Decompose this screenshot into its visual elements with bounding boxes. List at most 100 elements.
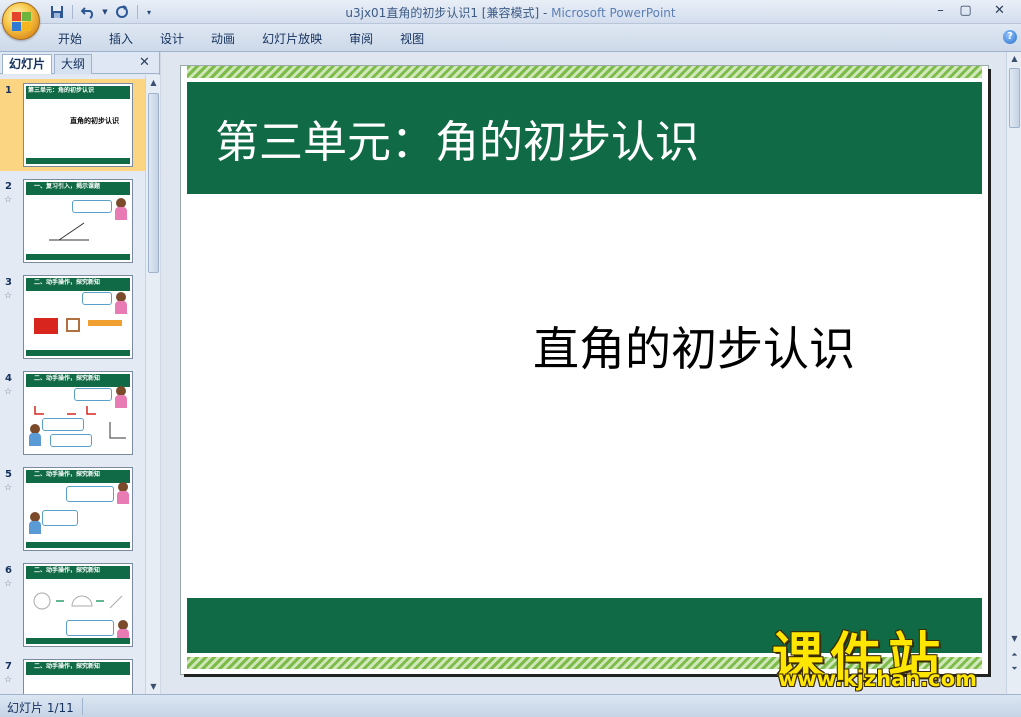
tab-design[interactable]: 设计 bbox=[150, 30, 194, 48]
thumbnail-number: 2 bbox=[5, 181, 12, 192]
thumbnail-row[interactable]: 1 第三单元：角的初步认识 直角的初步认识 bbox=[0, 79, 145, 171]
slide-title[interactable]: 第三单元：角的初步认识 bbox=[215, 106, 699, 170]
ribbon: 开始 插入 设计 动画 幻灯片放映 审阅 视图 ? bbox=[0, 24, 1021, 52]
thumbnail-footer-band bbox=[26, 158, 130, 164]
animation-star-icon: ☆ bbox=[4, 483, 13, 493]
thumbnail-row[interactable]: 7 ☆ 二、动手操作，探究新知 bbox=[0, 655, 145, 694]
thumbnail-row[interactable]: 3 ☆ 二、动手操作，探究新知 bbox=[0, 271, 145, 363]
thumbnail-header: 二、动手操作，探究新知 bbox=[34, 567, 101, 574]
speech-bubble bbox=[82, 292, 112, 305]
thumbnail-number: 5 bbox=[5, 469, 12, 480]
angle-figure bbox=[109, 422, 126, 439]
right-angles-figure bbox=[34, 406, 96, 415]
animation-star-icon: ☆ bbox=[4, 387, 13, 397]
maximize-button[interactable]: ▢ bbox=[953, 0, 978, 20]
slide-thumbnail[interactable]: 第三单元：角的初步认识 直角的初步认识 bbox=[23, 83, 133, 167]
slide-thumbnail[interactable]: 一、复习引入，揭示课题 bbox=[23, 179, 133, 263]
watermark-url: www.kjzhan.com bbox=[778, 667, 978, 691]
tab-view[interactable]: 视图 bbox=[390, 30, 434, 48]
tab-animations[interactable]: 动画 bbox=[201, 30, 245, 48]
status-bar: 幻灯片 1/11 bbox=[0, 694, 1021, 717]
thumbnail-row[interactable]: 2 ☆ 一、复习引入，揭示课题 bbox=[0, 175, 145, 267]
thumbnail-header: 第三单元：角的初步认识 bbox=[28, 87, 95, 94]
speech-bubble bbox=[50, 434, 92, 447]
status-divider bbox=[82, 698, 83, 715]
speech-bubble bbox=[42, 418, 84, 431]
tab-outline[interactable]: 大纲 bbox=[54, 54, 93, 74]
thumbnail-header: 二、动手操作，探究新知 bbox=[34, 663, 101, 670]
panel-tabs: 幻灯片 大纲 ✕ bbox=[0, 52, 160, 74]
previous-slide-icon[interactable]: ⏶ bbox=[1007, 648, 1021, 662]
thumbnail-row[interactable]: 4 ☆ 二、动手操作，探究新知 bbox=[0, 367, 145, 459]
paper-folding-figure bbox=[33, 592, 123, 610]
scroll-up-icon[interactable]: ▲ bbox=[146, 75, 161, 90]
window-title: u3jx01直角的初步认识1 [兼容模式] - Microsoft PowerP… bbox=[0, 4, 1021, 21]
next-slide-icon[interactable]: ⏷ bbox=[1007, 662, 1021, 676]
thumbnail-row[interactable]: 5 ☆ 二、动手操作，探究新知 bbox=[0, 463, 145, 555]
thumbnail-footer-band bbox=[26, 254, 130, 260]
scroll-up-icon[interactable]: ▲ bbox=[1007, 52, 1021, 66]
window-controls: – ▢ ✕ bbox=[928, 0, 1021, 20]
speech-bubble bbox=[72, 200, 112, 213]
title-band: 第三单元：角的初步认识 bbox=[187, 82, 982, 194]
animation-star-icon: ☆ bbox=[4, 675, 13, 685]
scroll-down-icon[interactable]: ▼ bbox=[146, 679, 161, 694]
thumbnail-row[interactable]: 6 ☆ 二、动手操作，探究新知 bbox=[0, 559, 145, 651]
slide-thumbnail[interactable]: 二、动手操作，探究新知 bbox=[23, 563, 133, 647]
minimize-button[interactable]: – bbox=[928, 0, 953, 20]
title-separator: - bbox=[539, 6, 552, 20]
desk-image bbox=[88, 320, 122, 326]
app-name: Microsoft PowerPoint bbox=[551, 6, 676, 20]
slide-editor: 第三单元：角的初步认识 直角的初步认识 bbox=[161, 52, 1006, 694]
student-figure bbox=[28, 424, 42, 446]
tab-home[interactable]: 开始 bbox=[48, 30, 92, 48]
editor-scrollbar[interactable]: ▲ ▼ ⏶ ⏷ bbox=[1006, 52, 1021, 694]
animation-star-icon: ☆ bbox=[4, 579, 13, 589]
document-title: u3jx01直角的初步认识1 [兼容模式] bbox=[345, 6, 540, 20]
speech-bubble bbox=[66, 486, 114, 502]
thumbnail-number: 7 bbox=[5, 661, 12, 672]
flag-image bbox=[34, 318, 58, 334]
slide-thumbnail[interactable]: 二、动手操作，探究新知 bbox=[23, 659, 133, 694]
thumbnail-footer-band bbox=[26, 638, 130, 644]
thumbnail-number: 3 bbox=[5, 277, 12, 288]
thumbnail-scrollbar[interactable]: ▲ ▼ bbox=[145, 75, 160, 694]
speech-bubble bbox=[74, 388, 112, 401]
ribbon-tabs: 开始 插入 设计 动画 幻灯片放映 审阅 视图 bbox=[48, 30, 441, 48]
tab-review[interactable]: 审阅 bbox=[339, 30, 383, 48]
thumbnail-number: 4 bbox=[5, 373, 12, 384]
scroll-thumb[interactable] bbox=[148, 93, 159, 273]
help-icon[interactable]: ? bbox=[1003, 30, 1017, 44]
slide-thumbnail[interactable]: 二、动手操作，探究新知 bbox=[23, 275, 133, 359]
animation-star-icon: ☆ bbox=[4, 195, 13, 205]
tab-slideshow[interactable]: 幻灯片放映 bbox=[252, 30, 332, 48]
thumbnail-list: 1 第三单元：角的初步认识 直角的初步认识 2 ☆ 一、复习引入，揭示课题 3 … bbox=[0, 75, 145, 694]
watermark: 课件站 www.kjzhan.com bbox=[772, 615, 1004, 695]
thumbnail-header: 二、动手操作，探究新知 bbox=[34, 375, 101, 382]
slide-subtitle[interactable]: 直角的初步认识 bbox=[533, 313, 855, 379]
teacher-figure bbox=[114, 386, 128, 408]
title-bar: ▼ ▾ u3jx01直角的初步认识1 [兼容模式] - Microsoft Po… bbox=[0, 0, 1021, 24]
chair-image bbox=[66, 318, 80, 332]
slide-thumbnail[interactable]: 二、动手操作，探究新知 bbox=[23, 467, 133, 551]
thumbnail-footer-band bbox=[26, 542, 130, 548]
scroll-thumb[interactable] bbox=[1009, 68, 1020, 128]
office-button[interactable] bbox=[2, 2, 40, 40]
thumbnail-number: 6 bbox=[5, 565, 12, 576]
slide-thumbnail[interactable]: 二、动手操作，探究新知 bbox=[23, 371, 133, 455]
tab-slides[interactable]: 幻灯片 bbox=[2, 54, 53, 74]
slide-counter: 幻灯片 1/11 bbox=[7, 701, 74, 715]
thumbnail-header: 二、动手操作，探究新知 bbox=[34, 471, 101, 478]
tab-insert[interactable]: 插入 bbox=[99, 30, 143, 48]
thumbnail-number: 1 bbox=[5, 85, 12, 96]
teacher-figure bbox=[114, 292, 128, 314]
speech-bubble bbox=[66, 620, 114, 636]
scroll-down-icon[interactable]: ▼ bbox=[1007, 632, 1021, 646]
current-slide[interactable]: 第三单元：角的初步认识 直角的初步认识 bbox=[181, 66, 988, 674]
teacher-figure bbox=[116, 482, 130, 504]
close-panel-icon[interactable]: ✕ bbox=[139, 55, 150, 70]
close-button[interactable]: ✕ bbox=[978, 0, 1021, 20]
student-figure bbox=[28, 512, 42, 534]
animation-star-icon: ☆ bbox=[4, 291, 13, 301]
thumbnail-header: 二、动手操作，探究新知 bbox=[34, 279, 101, 286]
